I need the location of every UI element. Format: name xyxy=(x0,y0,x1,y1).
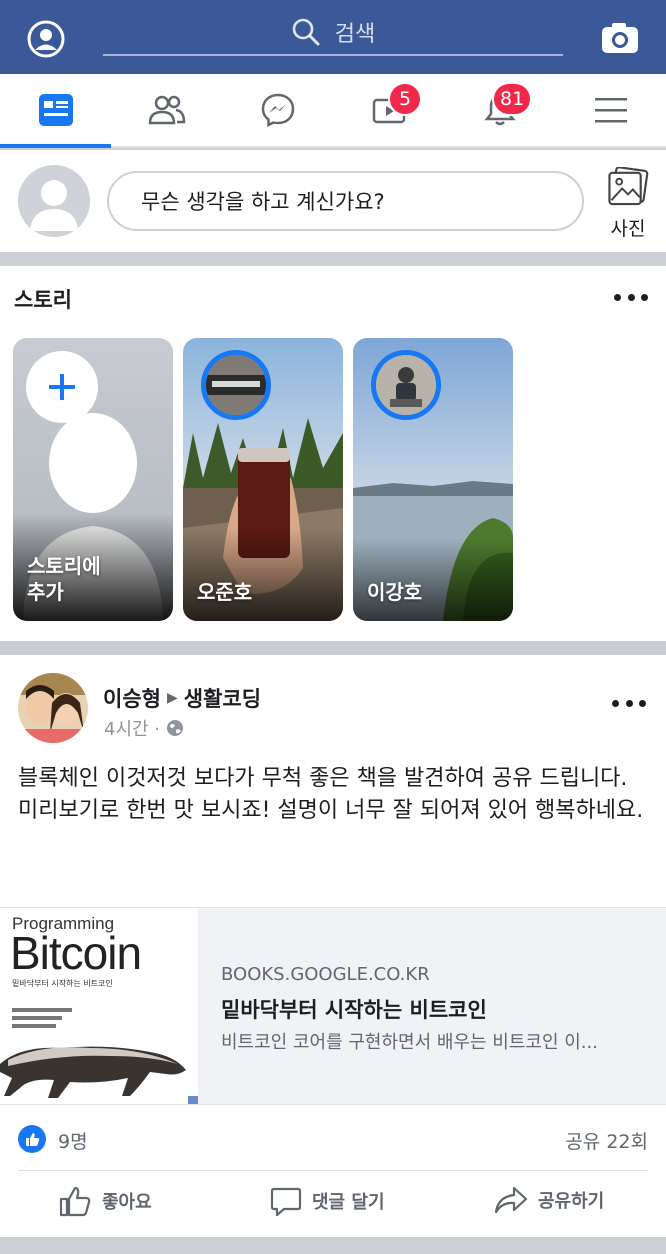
story-name: 오준호 xyxy=(197,580,253,604)
story-avatar xyxy=(201,350,271,420)
share-button[interactable]: 공유하기 xyxy=(494,1185,604,1215)
add-story-card[interactable]: 스토리에 추가 xyxy=(13,338,173,621)
stories-more-icon[interactable] xyxy=(614,292,648,302)
post-actions: 좋아요 댓글 달기 공유하기 xyxy=(0,1173,666,1233)
book-subtitle: 밑바닥부터 시작하는 비트코인 xyxy=(12,979,113,988)
tab-friends[interactable] xyxy=(111,74,222,146)
tab-menu[interactable] xyxy=(555,74,666,146)
search-placeholder: 검색 xyxy=(334,22,376,47)
globe-icon xyxy=(167,720,184,736)
post-meta: 4시간 · xyxy=(104,715,184,741)
arrow-right-icon: ▶ xyxy=(166,690,178,706)
status-input[interactable]: 무슨 생각을 하고 계신가요? xyxy=(107,171,584,231)
photo-icon xyxy=(608,167,649,206)
search-icon xyxy=(292,18,320,46)
feed-post: 이승형 ▶ 생활코딩 4시간 · 블록체인 이것저것 보다가 무척 좋은 책을 … xyxy=(0,655,666,1237)
link-thumbnail: Programming Bitcoin 밑바닥부터 시작하는 비트코인 xyxy=(0,908,198,1104)
story-name: 이강호 xyxy=(367,580,423,604)
watch-badge: 5 xyxy=(388,82,422,116)
link-title: 밑바닥부터 시작하는 비트코인 xyxy=(221,998,487,1022)
nav-tabs: 5 81 xyxy=(0,74,666,148)
comment-icon xyxy=(270,1187,302,1217)
post-time[interactable]: 4시간 · xyxy=(104,715,160,741)
story-card[interactable]: 이강호 xyxy=(353,338,513,621)
composer: 무슨 생각을 하고 계신가요? 사진 xyxy=(0,150,666,252)
post-author-line: 이승형 ▶ 생활코딩 xyxy=(103,683,261,713)
menu-icon xyxy=(594,98,627,123)
share-icon xyxy=(494,1186,528,1214)
share-label: 공유하기 xyxy=(538,1191,605,1212)
post-more-icon[interactable] xyxy=(612,698,646,708)
add-story-plus-icon[interactable] xyxy=(26,351,98,423)
tab-news-feed[interactable] xyxy=(0,74,111,148)
comment-button[interactable]: 댓글 달기 xyxy=(270,1185,385,1217)
stories-section: 스토리 스토리에 추가 오준호 이강호 xyxy=(0,266,666,641)
link-preview[interactable]: Programming Bitcoin 밑바닥부터 시작하는 비트코인 BOOK… xyxy=(0,907,666,1105)
search-bar[interactable]: 검색 xyxy=(103,10,563,56)
story-name: 스토리에 추가 xyxy=(27,554,101,604)
messenger-icon xyxy=(261,93,294,128)
tab-messenger[interactable] xyxy=(222,74,333,146)
post-group-name[interactable]: 생활코딩 xyxy=(184,683,261,713)
honey-badger-illustration xyxy=(0,1046,198,1104)
story-avatar xyxy=(371,350,441,420)
story-card[interactable]: 오준호 xyxy=(183,338,343,621)
friends-icon xyxy=(148,95,185,125)
link-description: 비트코인 코어를 구현하면서 배우는 비트코인 이... xyxy=(221,1032,598,1053)
link-domain: BOOKS.GOOGLE.CO.KR xyxy=(221,964,430,985)
tab-watch[interactable]: 5 xyxy=(333,74,444,146)
profile-icon[interactable] xyxy=(26,19,66,59)
top-bar: 검색 xyxy=(0,0,666,74)
camera-icon[interactable] xyxy=(600,20,640,56)
photo-label: 사진 xyxy=(610,218,646,240)
like-count[interactable]: 9명 xyxy=(58,1127,88,1154)
like-reaction-icon xyxy=(18,1125,46,1153)
share-count[interactable]: 공유 22회 xyxy=(565,1127,648,1154)
post-author-name[interactable]: 이승형 xyxy=(103,683,161,713)
like-button[interactable]: 좋아요 xyxy=(58,1185,152,1217)
like-label: 좋아요 xyxy=(102,1192,152,1213)
comment-label: 댓글 달기 xyxy=(312,1192,385,1213)
reactions-bar: 9명 공유 22회 xyxy=(0,1117,666,1165)
divider xyxy=(18,1170,648,1171)
book-title: Bitcoin xyxy=(10,927,142,979)
tab-notifications[interactable]: 81 xyxy=(444,74,555,146)
post-author-avatar[interactable] xyxy=(18,673,88,743)
photo-button[interactable]: 사진 xyxy=(600,167,656,241)
news-feed-icon xyxy=(38,94,73,126)
thumbs-up-icon xyxy=(59,1186,91,1217)
notifications-badge: 81 xyxy=(492,82,533,116)
post-body: 블록체인 이것저것 보다가 무척 좋은 책을 발견하여 공유 드립니다. 미리보… xyxy=(18,766,644,823)
stories-title: 스토리 xyxy=(14,288,72,312)
avatar[interactable] xyxy=(18,165,90,237)
